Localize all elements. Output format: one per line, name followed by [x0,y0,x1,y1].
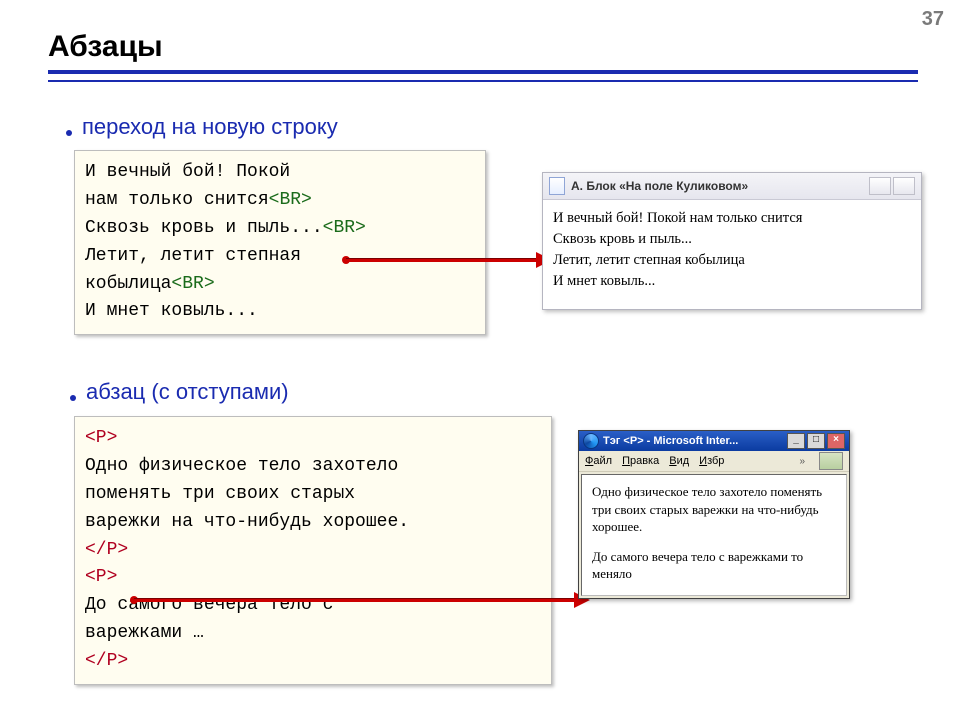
slide-title: Абзацы [48,30,163,64]
br-tag: <BR> [269,190,312,210]
p-close-tag: </P> [85,651,128,671]
code1-l1: И вечный бой! Покой [85,162,290,182]
render-preview-paragraph: Тэг <P> - Microsoft Inter... _ □ × ФФайл… [578,430,850,599]
br-tag: <BR> [323,218,366,238]
ie-icon [583,433,599,449]
code2-t5: варежками … [85,623,204,643]
bullet-line-break: переход на новую строку [82,114,338,140]
bullet-dot [70,395,76,401]
br-tag: <BR> [171,274,214,294]
render-preview-newline: А. Блок «На поле Куликовом» И вечный бой… [542,172,922,310]
go-button-icon [819,452,843,470]
code1-l3a: Сквозь кровь и пыль... [85,218,323,238]
menu-view: Вид [669,455,689,467]
mock2-content: Одно физическое тело захотело поменять т… [581,474,847,596]
code2-t2: поменять три своих старых [85,484,355,504]
mock2-titlebar: Тэг <P> - Microsoft Inter... _ □ × [579,431,849,451]
bullet-dot [66,130,72,136]
mock2-para2: До самого вечера тело с варежками то мен… [592,548,836,583]
code1-l4: Летит, летит степная [85,246,301,266]
mock1-btn1 [869,177,891,195]
document-icon [549,177,565,195]
code1-l2a: нам только снится [85,190,269,210]
close-icon: × [827,433,845,449]
title-underline-thin [48,80,918,82]
code-box-p: <P> Одно физическое тело захотело поменя… [74,416,552,685]
page-number: 37 [922,8,944,31]
bullet-paragraph: абзац (с отступами) [86,379,289,405]
menu-file: ФФайлайл [585,455,612,467]
title-underline-thick [48,70,918,74]
minimize-icon: _ [787,433,805,449]
mock1-btn2 [893,177,915,195]
mock1-title: А. Блок «На поле Куликовом» [571,179,748,193]
code1-l5a: кобылица [85,274,171,294]
mock2-title: Тэг <P> - Microsoft Inter... [603,435,738,447]
p-open-tag: <P> [85,428,117,448]
chevron-right-icon: » [799,456,805,467]
mock2-menubar: ФФайлайл Правка Вид Избр » [579,451,849,472]
mock2-para1: Одно физическое тело захотело поменять т… [592,483,836,536]
menu-fav: Избр [699,455,724,467]
mock1-line3: Летит, летит степная кобылица [553,250,911,271]
mock1-content: И вечный бой! Покой нам только снится Ск… [543,200,921,300]
code2-t1: Одно физическое тело захотело [85,456,398,476]
mock1-titlebar: А. Блок «На поле Куликовом» [543,173,921,200]
code2-t3: варежки на что-нибудь хорошее. [85,512,409,532]
mock1-line1: И вечный бой! Покой нам только снится [553,208,911,229]
code-box-br: И вечный бой! Покой нам только снится<BR… [74,150,486,335]
maximize-icon: □ [807,433,825,449]
menu-edit: Правка [622,455,659,467]
mock1-line4: И мнет ковыль... [553,271,911,292]
p-close-tag: </P> [85,540,128,560]
code1-l6: И мнет ковыль... [85,301,258,321]
p-open-tag: <P> [85,567,117,587]
mock1-line2: Сквозь кровь и пыль... [553,229,911,250]
